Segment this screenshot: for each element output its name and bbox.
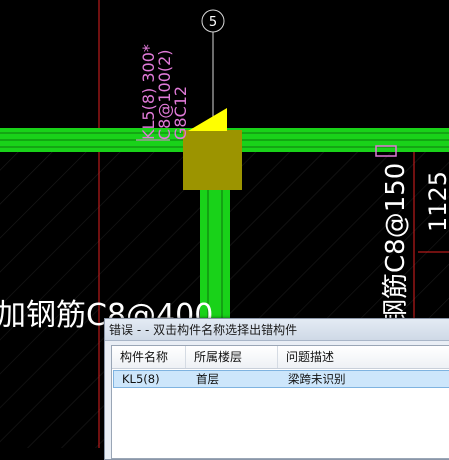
- right-rebar-text: 钢筋C8@150: [381, 163, 411, 325]
- column-header-name[interactable]: 构件名称: [112, 346, 186, 368]
- error-row-name[interactable]: KL5(8): [114, 371, 188, 387]
- dimension-text: 1125: [424, 171, 449, 232]
- column-header-floor[interactable]: 所属楼层: [186, 346, 278, 368]
- beam-annotation: KL5(8) 300* C8@100(2) G8C12: [139, 44, 190, 140]
- error-row[interactable]: KL5(8) 首层 梁跨未识别: [113, 370, 449, 388]
- error-row-issue: 梁跨未识别: [288, 372, 346, 386]
- error-list-header: 构件名称 所属楼层 问题描述: [112, 346, 449, 369]
- beam-annotation-line-3: G8C12: [171, 86, 190, 140]
- selection-marker: [188, 108, 227, 131]
- error-dialog[interactable]: 错误 - - 双击构件名称选择出错构件 构件名称 所属楼层 问题描述 KL5(8…: [104, 318, 449, 460]
- column-header-issue[interactable]: 问题描述: [278, 346, 449, 368]
- error-row-floor: 首层: [196, 372, 219, 386]
- column[interactable]: [183, 130, 242, 190]
- svg-text:钢筋C8@150: 钢筋C8@150: [381, 163, 411, 325]
- axis-number: 5: [209, 15, 217, 30]
- error-dialog-title[interactable]: 错误 - - 双击构件名称选择出错构件: [105, 319, 449, 341]
- error-list[interactable]: 构件名称 所属楼层 问题描述 KL5(8) 首层 梁跨未识别: [111, 345, 449, 459]
- svg-text:1125: 1125: [424, 171, 449, 232]
